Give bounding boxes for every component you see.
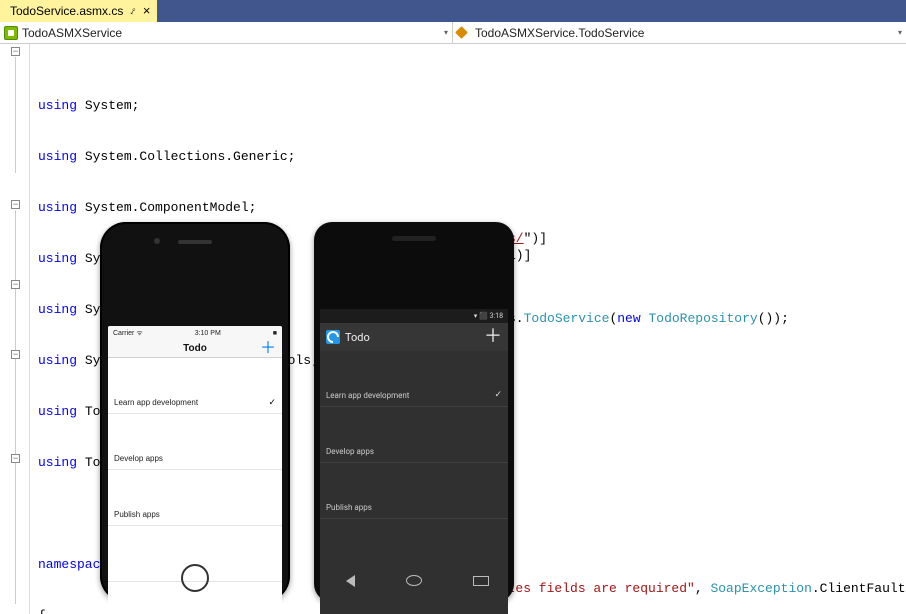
fold-toggle[interactable]: − xyxy=(11,47,20,56)
list-item[interactable]: Learn app development ✓ xyxy=(108,392,282,414)
member-label: TodoASMXService.TodoService xyxy=(475,26,644,40)
method-icon xyxy=(457,26,471,40)
list-item[interactable]: Develop apps xyxy=(320,441,508,463)
pin-icon[interactable]: ⟟ xyxy=(129,5,137,16)
fold-gutter: − − − − − xyxy=(0,44,30,614)
todo-label: Publish apps xyxy=(326,499,372,516)
scope-label: TodoASMXService xyxy=(22,26,122,40)
code-line: using System.ComponentModel; xyxy=(30,199,906,216)
todo-label: Learn app development xyxy=(326,387,409,404)
fold-toggle[interactable]: − xyxy=(11,200,20,209)
member-dropdown[interactable]: TodoASMXService.TodoService ▾ xyxy=(453,22,906,43)
xamarin-icon xyxy=(326,330,340,344)
check-icon: ✓ xyxy=(268,394,276,411)
check-icon: ✓ xyxy=(494,387,502,404)
scope-dropdown[interactable]: TodoASMXService ▾ xyxy=(0,22,453,43)
todo-label: Publish apps xyxy=(114,506,160,523)
document-tab-bar: TodoService.asmx.cs ⟟ × xyxy=(0,0,906,22)
tab-todoservice[interactable]: TodoService.asmx.cs ⟟ × xyxy=(0,0,157,22)
android-mockup: ▾ ⬛ 3:18 Todo ＋ Learn app development ✓ xyxy=(314,222,514,602)
speaker-icon xyxy=(392,236,436,241)
todo-label: Develop apps xyxy=(326,443,374,460)
code-fragment: notes fields are required", SoapExceptio… xyxy=(492,580,906,597)
android-nav-buttons xyxy=(314,575,514,593)
code-pane[interactable]: using System; using System.Collections.G… xyxy=(30,44,906,614)
ios-status-bar: Carrier ᯤ 3:10 PM ■ xyxy=(108,326,282,340)
navigation-bar: TodoASMXService ▾ TodoASMXService.TodoSe… xyxy=(0,22,906,44)
android-title: Todo xyxy=(345,329,479,346)
list-item[interactable]: Learn app development ✓ xyxy=(320,385,508,407)
speaker-icon xyxy=(178,240,212,244)
code-fragment: s.TodoService(new TodoRepository()); xyxy=(508,310,789,327)
android-app-bar: Todo ＋ xyxy=(320,323,508,351)
todo-label: Develop apps xyxy=(114,450,163,467)
camera-icon xyxy=(154,238,160,244)
fold-toggle[interactable]: − xyxy=(11,454,20,463)
list-item[interactable]: Develop apps xyxy=(108,448,282,470)
list-item[interactable]: Publish apps xyxy=(108,504,282,526)
ios-title: Todo xyxy=(183,340,207,357)
android-status-bar: ▾ ⬛ 3:18 xyxy=(320,309,508,323)
add-icon[interactable]: ＋ xyxy=(260,341,276,357)
chevron-down-icon: ▾ xyxy=(444,28,448,37)
home-icon[interactable] xyxy=(406,575,422,593)
fold-guide xyxy=(15,57,16,173)
tab-filename: TodoService.asmx.cs xyxy=(10,4,123,18)
code-line: using System; xyxy=(30,97,906,114)
add-icon[interactable]: ＋ xyxy=(484,328,502,346)
code-line: using System.Collections.Generic; xyxy=(30,148,906,165)
recent-icon[interactable] xyxy=(473,575,489,593)
project-icon xyxy=(4,26,18,40)
fold-toggle[interactable]: − xyxy=(11,280,20,289)
close-icon[interactable]: × xyxy=(143,4,151,19)
back-icon[interactable] xyxy=(339,575,355,593)
android-screen: ▾ ⬛ 3:18 Todo ＋ Learn app development ✓ xyxy=(320,309,508,614)
chevron-down-icon: ▾ xyxy=(898,28,902,37)
todo-label: Learn app development xyxy=(114,394,198,411)
fold-toggle[interactable]: − xyxy=(11,350,20,359)
ios-nav-bar: Todo ＋ xyxy=(108,340,282,358)
home-button-icon[interactable] xyxy=(181,564,209,592)
fold-guide xyxy=(15,210,16,604)
list-item[interactable]: Publish apps xyxy=(320,497,508,519)
code-editor[interactable]: − − − − − using System; using System.Col… xyxy=(0,44,906,614)
iphone-mockup: Carrier ᯤ 3:10 PM ■ Todo ＋ Learn app dev… xyxy=(100,222,290,602)
